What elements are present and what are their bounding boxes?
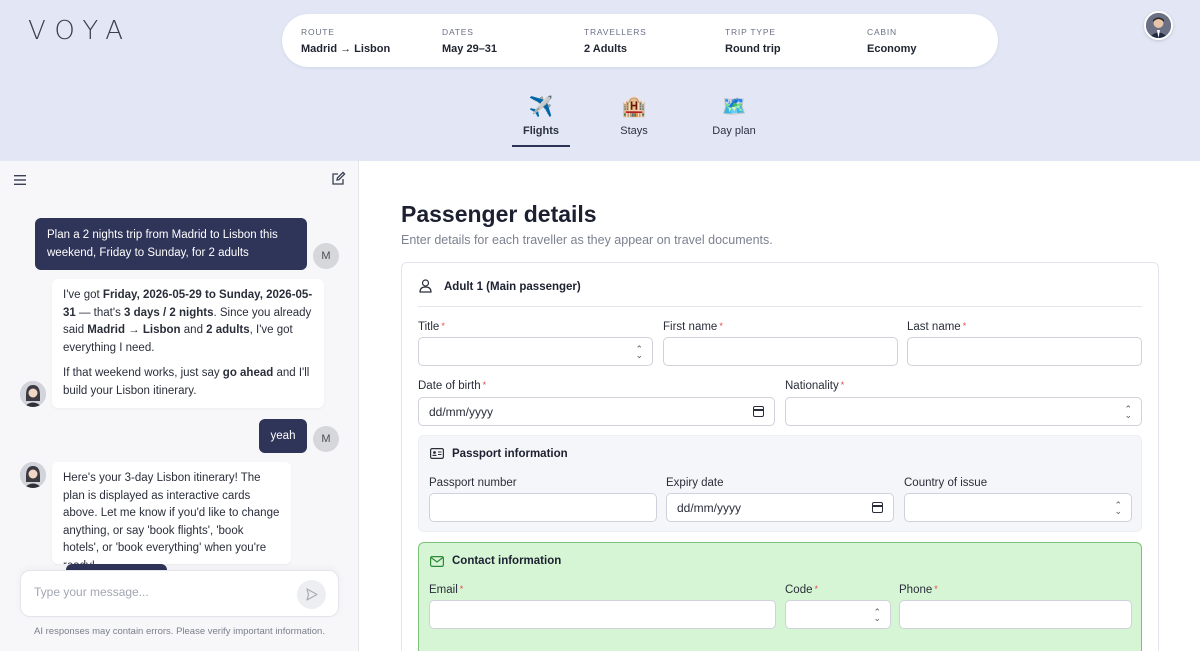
id-card-icon	[430, 448, 444, 459]
user-avatar-icon	[1146, 13, 1171, 38]
calendar-icon[interactable]	[872, 502, 883, 513]
title-select[interactable]: ⌃ ⌄	[418, 337, 653, 366]
ai-disclaimer: AI responses may contain errors. Please …	[34, 626, 325, 637]
assistant-message-paragraph: If that weekend works, just say go ahead…	[63, 367, 310, 397]
dob-placeholder: dd/mm/yyyy	[429, 405, 494, 419]
category-tabs: ✈️ Flights 🏨 Stays 🗺️ Day plan	[0, 94, 1200, 154]
tab-flights[interactable]: ✈️ Flights	[501, 94, 581, 137]
assistant-avatar	[20, 462, 46, 488]
last-name-input[interactable]	[907, 337, 1142, 366]
select-chevron-icon: ⌃ ⌄	[873, 607, 881, 623]
contact-section: Contact information Email * Code * ⌃ ⌄ Phon…	[418, 542, 1142, 651]
email-input[interactable]	[429, 600, 776, 629]
assistant-avatar	[20, 381, 46, 407]
user-message: Plan a 2 nights trip from Madrid to Lisb…	[35, 218, 307, 270]
trip-type-value: Round trip	[725, 43, 781, 55]
last-name-label: Last name *	[907, 321, 967, 333]
select-chevron-icon: ⌃ ⌄	[635, 344, 643, 360]
nationality-select[interactable]: ⌃ ⌄	[785, 397, 1142, 426]
contact-heading: Contact information	[452, 555, 562, 567]
chat-panel: Plan a 2 nights trip from Madrid to Lisb…	[0, 161, 359, 651]
assistant-avatar-icon	[20, 462, 46, 488]
trip-route[interactable]: ROUTE Madrid → Lisbon	[301, 27, 390, 55]
trip-travellers-value: 2 Adults	[584, 43, 627, 55]
trip-dates-value: May 29–31	[442, 43, 498, 55]
passenger-form-panel: Passenger details Enter details for each…	[360, 161, 1200, 651]
phone-input[interactable]	[899, 600, 1132, 629]
dob-input[interactable]: dd/mm/yyyy	[418, 397, 775, 426]
person-icon	[419, 279, 432, 293]
trip-cabin-label: CABIN	[867, 27, 897, 37]
chat-message-input[interactable]	[34, 585, 284, 599]
send-button[interactable]	[297, 580, 326, 609]
user-initial-avatar: M	[313, 243, 339, 269]
map-icon: 🗺️	[721, 96, 747, 118]
expiry-date-label: Expiry date	[666, 477, 724, 489]
trip-route-label: ROUTE	[301, 27, 335, 37]
trip-summary-bar[interactable]: ROUTE Madrid → Lisbon DATES May 29–31 TR…	[282, 14, 998, 67]
trip-dates[interactable]: DATES May 29–31	[442, 27, 497, 55]
user-initial-avatar: M	[313, 426, 339, 452]
trip-travellers-label: TRAVELLERS	[584, 27, 647, 37]
new-chat-icon[interactable]	[331, 171, 346, 186]
passenger-card: Adult 1 (Main passenger) Title * ⌃ ⌄ First…	[401, 262, 1159, 651]
tab-flights-label: Flights	[522, 125, 560, 137]
expiry-placeholder: dd/mm/yyyy	[677, 501, 742, 515]
calendar-icon[interactable]	[753, 406, 764, 417]
trip-dates-label: DATES	[442, 27, 474, 37]
menu-icon[interactable]	[14, 174, 26, 186]
select-chevron-icon: ⌃ ⌄	[1124, 404, 1132, 420]
trip-type-label: TRIP TYPE	[725, 27, 776, 37]
country-of-issue-label: Country of issue	[904, 477, 988, 489]
chat-input-box	[20, 570, 339, 617]
mail-icon	[430, 556, 444, 567]
title-label: Title *	[418, 321, 445, 333]
trip-travellers[interactable]: TRAVELLERS 2 Adults	[584, 27, 647, 55]
passport-section: Passport information Passport number Exp…	[418, 435, 1142, 532]
user-avatar[interactable]	[1144, 11, 1173, 40]
hotel-icon: 🏨	[621, 96, 647, 118]
tab-stays-label: Stays	[620, 125, 648, 137]
trip-cabin-value: Economy	[867, 43, 917, 55]
email-label: Email *	[429, 584, 464, 596]
user-message: yeah	[259, 419, 307, 453]
dob-label: Date of birth *	[418, 380, 487, 392]
divider	[418, 306, 1142, 307]
assistant-avatar-icon	[20, 381, 46, 407]
select-chevron-icon: ⌃ ⌄	[1114, 500, 1122, 516]
phone-code-label: Code *	[785, 584, 819, 596]
expiry-date-input[interactable]: dd/mm/yyyy	[666, 493, 894, 522]
active-tab-indicator	[512, 145, 570, 147]
passport-number-label: Passport number	[429, 477, 517, 489]
passenger-section-title: Adult 1 (Main passenger)	[444, 281, 581, 293]
page-title: Passenger details	[401, 201, 597, 227]
trip-route-value: Madrid → Lisbon	[301, 43, 391, 55]
assistant-message-paragraph: I've got Friday, 2026-05-29 to Sunday, 2…	[63, 289, 313, 354]
first-name-label: First name *	[663, 321, 723, 333]
phone-label: Phone *	[899, 584, 938, 596]
airplane-icon: ✈️	[528, 96, 554, 118]
assistant-message: Here's your 3-day Lisbon itinerary! The …	[52, 462, 291, 564]
country-of-issue-select[interactable]: ⌃ ⌄	[904, 493, 1132, 522]
trip-cabin[interactable]: CABIN Economy	[867, 27, 917, 55]
passport-number-input[interactable]	[429, 493, 657, 522]
page-subtitle: Enter details for each traveller as they…	[401, 233, 773, 247]
voya-logo[interactable]: VOYA	[28, 16, 132, 46]
assistant-message: I've got Friday, 2026-05-29 to Sunday, 2…	[52, 279, 324, 408]
tab-day-plan-label: Day plan	[712, 125, 756, 137]
trip-type[interactable]: TRIP TYPE Round trip	[725, 27, 781, 55]
tab-day-plan[interactable]: 🗺️ Day plan	[694, 94, 774, 137]
passport-heading: Passport information	[452, 448, 568, 460]
top-header: VOYA ROUTE Madrid → Lisbon DATES May 29–…	[0, 0, 1200, 161]
send-icon	[306, 588, 318, 601]
tab-stays[interactable]: 🏨 Stays	[594, 94, 674, 137]
first-name-input[interactable]	[663, 337, 898, 366]
nationality-label: Nationality *	[785, 380, 845, 392]
phone-code-select[interactable]: ⌃ ⌄	[785, 600, 891, 629]
